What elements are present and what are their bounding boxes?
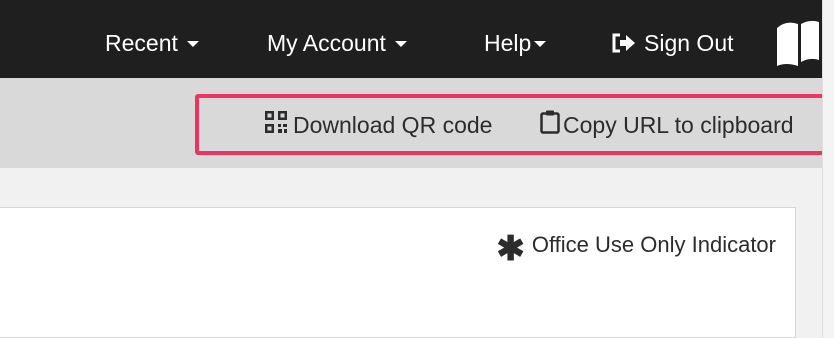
- sign-out-icon: [611, 32, 637, 54]
- help-menu[interactable]: Help: [484, 26, 547, 60]
- my-account-menu-label: My Account: [267, 29, 386, 56]
- chevron-down-icon: [186, 41, 199, 47]
- download-qr-code-button[interactable]: Download QR code: [265, 109, 492, 141]
- chevron-down-icon: [394, 41, 407, 47]
- sign-out-label: Sign Out: [644, 29, 734, 56]
- office-use-only-indicator: ✱ Office Use Only Indicator: [496, 230, 776, 266]
- asterisk-icon: ✱: [496, 230, 525, 268]
- chevron-down-icon: [534, 41, 547, 47]
- copy-url-label: Copy URL to clipboard: [563, 111, 794, 138]
- office-use-only-label: Office Use Only Indicator: [531, 232, 776, 257]
- top-navbar: Recent My Account Help Sign Out: [0, 0, 822, 78]
- recent-menu[interactable]: Recent: [105, 26, 199, 60]
- help-menu-label: Help: [484, 29, 532, 56]
- recent-menu-label: Recent: [105, 29, 178, 56]
- download-qr-code-label: Download QR code: [293, 111, 493, 138]
- book-logo-icon[interactable]: [774, 16, 822, 68]
- copy-url-button[interactable]: Copy URL to clipboard: [540, 109, 794, 141]
- sign-out-link[interactable]: Sign Out: [611, 26, 734, 60]
- my-account-menu[interactable]: My Account: [267, 26, 407, 60]
- form-panel: [0, 207, 796, 338]
- scrollbar[interactable]: [822, 0, 834, 338]
- qr-code-icon: [265, 111, 287, 139]
- clipboard-icon: [540, 110, 560, 140]
